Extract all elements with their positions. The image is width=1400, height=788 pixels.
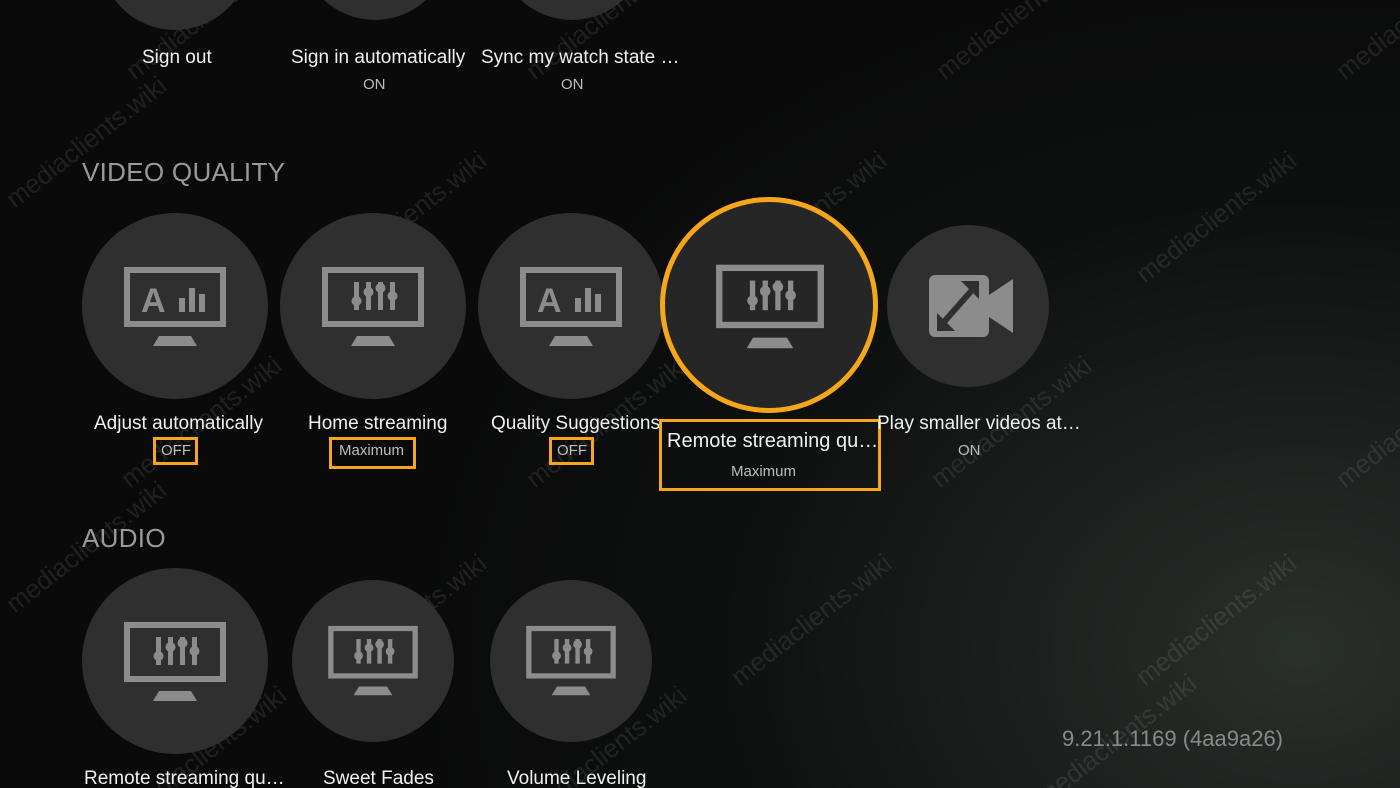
monitor-a-bars-icon: A xyxy=(520,267,622,346)
monitor-sliders-icon xyxy=(328,625,418,696)
audio-header: AUDIO xyxy=(82,523,166,553)
audio-remote-streaming-label: Remote streaming qu… xyxy=(84,768,285,788)
play-smaller-videos-label: Play smaller videos at… xyxy=(877,413,1081,434)
monitor-sliders-icon xyxy=(716,264,824,349)
monitor-a-bars-icon: A xyxy=(124,267,226,346)
remote-streaming-quality-label: Remote streaming qu… xyxy=(667,430,879,452)
sweet-fades-tile[interactable] xyxy=(292,580,454,742)
volume-leveling-tile[interactable] xyxy=(490,580,652,742)
sign-out-label: Sign out xyxy=(142,47,212,68)
quality-suggestions-tile[interactable]: A xyxy=(478,213,664,399)
video-resize-icon xyxy=(929,275,1013,337)
remote-streaming-quality-tile[interactable] xyxy=(660,197,878,413)
quality-suggestions-value: OFF xyxy=(557,442,587,459)
home-streaming-value: Maximum xyxy=(339,442,405,459)
svg-text:A: A xyxy=(141,282,166,320)
play-smaller-videos-tile[interactable] xyxy=(887,225,1049,387)
adjust-automatically-label: Adjust automatically xyxy=(94,413,263,434)
svg-text:A: A xyxy=(537,282,562,320)
adjust-automatically-value: OFF xyxy=(161,442,191,459)
volume-leveling-label: Volume Leveling xyxy=(507,768,647,788)
quality-suggestions-label: Quality Suggestions xyxy=(491,413,660,434)
play-smaller-videos-value: ON xyxy=(958,442,981,459)
monitor-sliders-icon xyxy=(124,622,226,701)
home-streaming-tile[interactable] xyxy=(280,213,466,399)
sync-watch-state-value: ON xyxy=(561,76,584,93)
sign-in-automatically-value: ON xyxy=(363,76,386,93)
adjust-automatically-tile[interactable]: A xyxy=(82,213,268,399)
sweet-fades-label: Sweet Fades xyxy=(323,768,434,788)
version-label: 9.21.1.1169 (4aa9a26) xyxy=(1062,726,1283,751)
sync-watch-state-label: Sync my watch state … xyxy=(481,47,680,68)
monitor-sliders-icon xyxy=(322,267,424,346)
remote-streaming-quality-value: Maximum xyxy=(731,463,797,480)
audio-remote-streaming-tile[interactable] xyxy=(82,568,268,754)
video-quality-header: VIDEO QUALITY xyxy=(82,157,286,187)
monitor-sliders-icon xyxy=(526,625,616,696)
sign-in-automatically-label: Sign in automatically xyxy=(291,47,466,68)
home-streaming-label: Home streaming xyxy=(308,413,448,434)
